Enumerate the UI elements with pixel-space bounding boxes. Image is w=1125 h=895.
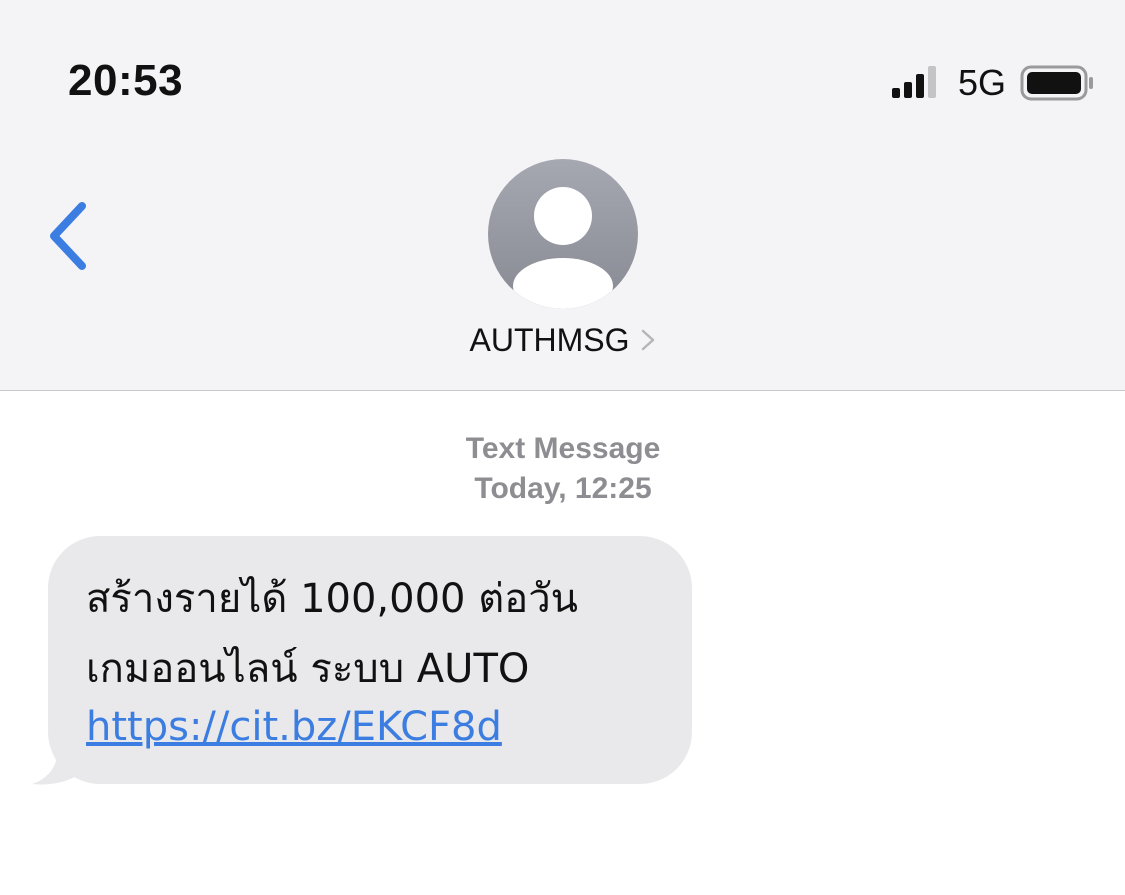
chevron-left-icon[interactable] [40, 196, 100, 276]
contact-name-button[interactable]: AUTHMSG [0, 322, 1125, 359]
message-type-label: Text Message [465, 432, 661, 465]
status-time: 20:53 [68, 56, 184, 105]
message-link[interactable]: https://cit.bz/EKCF8d [86, 704, 502, 750]
person-avatar-icon[interactable] [487, 158, 639, 310]
network-type: 5G [958, 62, 1007, 103]
signal-bars-icon [892, 66, 936, 98]
message-text-line-2: เกมออนไลน์ ระบบ AUTO [86, 646, 530, 692]
message-text-line-1: สร้างรายได้ 100,000 ต่อวัน [86, 576, 579, 622]
chevron-right-icon [641, 329, 654, 351]
battery-icon [1020, 65, 1093, 101]
conversation-header: 20:53 5G AUTHMSG [0, 0, 1125, 391]
contact-name: AUTHMSG [469, 322, 630, 358]
message-timestamp: Today, 12:25 [474, 472, 652, 505]
